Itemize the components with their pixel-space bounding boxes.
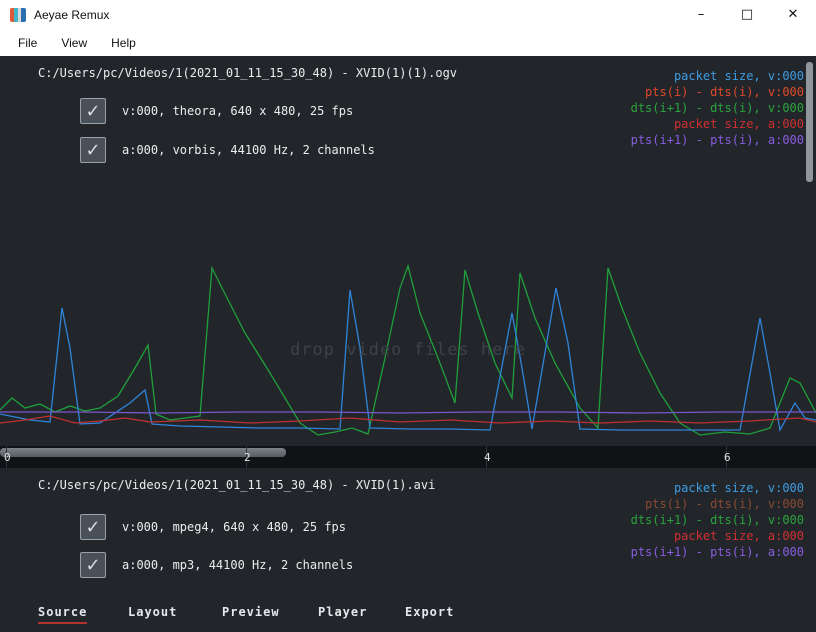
drop-hint-text: drop video files here <box>0 340 816 360</box>
legend-item: dts(i+1) - dts(i), v:000 <box>631 512 804 528</box>
legend-item: packet size, a:000 <box>631 116 804 132</box>
tab-export[interactable]: Export <box>405 605 454 622</box>
legend-item: packet size, a:000 <box>631 528 804 544</box>
packet-chart-area[interactable]: drop video files here <box>0 228 816 446</box>
video-track-label: v:000, theora, 640 x 480, 25 fps <box>122 104 353 118</box>
ruler-label: 2 <box>244 451 251 464</box>
video-track-label: v:000, mpeg4, 640 x 480, 25 fps <box>122 520 346 534</box>
source-pane-top: C:/Users/pc/Videos/1(2021_01_11_15_30_48… <box>0 56 816 228</box>
menubar: File View Help <box>0 30 816 56</box>
ruler-label: 6 <box>724 451 731 464</box>
menu-view[interactable]: View <box>49 30 99 56</box>
legend: packet size, v:000 pts(i) - dts(i), v:00… <box>631 68 804 148</box>
audio-track-label: a:000, mp3, 44100 Hz, 2 channels <box>122 558 353 572</box>
checkmark-icon: ✓ <box>85 517 100 538</box>
packet-chart <box>0 228 816 446</box>
app-icon <box>10 8 26 22</box>
close-button[interactable]: ✕ <box>770 0 816 30</box>
tabbar: Source Layout Preview Player Export <box>0 598 816 632</box>
app-window: Aeyae Remux – □ ✕ File View Help C:/User… <box>0 0 816 632</box>
checkmark-icon: ✓ <box>85 140 100 161</box>
ruler-label: 0 <box>4 451 11 464</box>
legend-item: packet size, v:000 <box>631 480 804 496</box>
audio-track-checkbox[interactable]: ✓ <box>80 137 106 163</box>
legend-item: pts(i+1) - pts(i), a:000 <box>631 132 804 148</box>
audio-track-label: a:000, vorbis, 44100 Hz, 2 channels <box>122 143 375 157</box>
vertical-scrollbar[interactable] <box>806 62 813 182</box>
video-track-checkbox[interactable]: ✓ <box>80 98 106 124</box>
file-path: C:/Users/pc/Videos/1(2021_01_11_15_30_48… <box>38 478 435 492</box>
audio-track-checkbox[interactable]: ✓ <box>80 552 106 578</box>
tab-source[interactable]: Source <box>38 605 87 624</box>
window-controls: – □ ✕ <box>678 0 816 30</box>
tab-player[interactable]: Player <box>318 605 367 622</box>
menu-file[interactable]: File <box>6 30 49 56</box>
legend: packet size, v:000 pts(i) - dts(i), v:00… <box>631 480 804 560</box>
source-pane-bottom: C:/Users/pc/Videos/1(2021_01_11_15_30_48… <box>0 468 816 598</box>
titlebar: Aeyae Remux – □ ✕ <box>0 0 816 30</box>
legend-item: packet size, v:000 <box>631 68 804 84</box>
window-title: Aeyae Remux <box>34 8 109 22</box>
maximize-button[interactable]: □ <box>724 0 770 30</box>
file-path: C:/Users/pc/Videos/1(2021_01_11_15_30_48… <box>38 66 457 80</box>
ruler-label: 4 <box>484 451 491 464</box>
menu-help[interactable]: Help <box>99 30 148 56</box>
legend-item: pts(i) - dts(i), v:000 <box>631 496 804 512</box>
legend-item: dts(i+1) - dts(i), v:000 <box>631 100 804 116</box>
tab-preview[interactable]: Preview <box>222 605 280 622</box>
checkmark-icon: ✓ <box>85 555 100 576</box>
legend-item: pts(i+1) - pts(i), a:000 <box>631 544 804 560</box>
legend-item: pts(i) - dts(i), v:000 <box>631 84 804 100</box>
checkmark-icon: ✓ <box>85 101 100 122</box>
timeline-ruler[interactable]: 0 2 4 6 <box>0 446 816 468</box>
minimize-button[interactable]: – <box>678 0 724 30</box>
video-track-checkbox[interactable]: ✓ <box>80 514 106 540</box>
tab-layout[interactable]: Layout <box>128 605 177 622</box>
